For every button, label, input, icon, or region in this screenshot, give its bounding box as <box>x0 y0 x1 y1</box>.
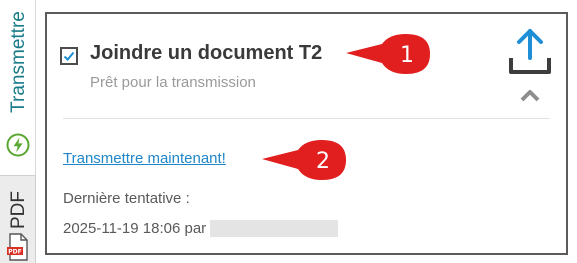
card-divider <box>63 118 550 119</box>
tab-pdf[interactable]: PDF PDF <box>0 175 36 263</box>
checkmark-icon <box>63 51 75 61</box>
chevron-up-icon[interactable] <box>520 88 540 102</box>
tab-transmettre-label: Transmettre <box>8 11 29 113</box>
tab-transmettre[interactable]: Transmettre <box>0 0 36 175</box>
attach-document-checkbox[interactable] <box>60 47 78 65</box>
last-attempt-info: 2025-11-19 18:06 par <box>63 219 339 238</box>
card-subtitle: Prêt pour la transmission <box>90 74 256 91</box>
svg-text:PDF: PDF <box>8 248 21 255</box>
lightning-circle-icon <box>6 133 30 157</box>
last-attempt-value: 2025-11-19 18:06 par <box>63 220 207 237</box>
redacted-username <box>210 219 339 237</box>
transmit-now-link[interactable]: Transmettre maintenant! <box>63 150 226 167</box>
callout-number-2: 2 <box>316 149 330 174</box>
pdf-file-icon: PDF <box>7 233 28 261</box>
last-attempt-label: Dernière tentative : <box>63 190 190 207</box>
tab-pdf-label: PDF <box>8 191 29 229</box>
document-card: Joindre un document T2 Prêt pour la tran… <box>45 12 568 255</box>
side-tab-strip: Transmettre PDF PDF <box>0 0 36 263</box>
callout-marker-1: 1 <box>346 34 430 74</box>
callout-number-1: 1 <box>400 43 414 68</box>
upload-tray-icon[interactable] <box>508 28 552 76</box>
card-title: Joindre un document T2 <box>90 42 323 64</box>
callout-marker-2: 2 <box>262 140 346 180</box>
